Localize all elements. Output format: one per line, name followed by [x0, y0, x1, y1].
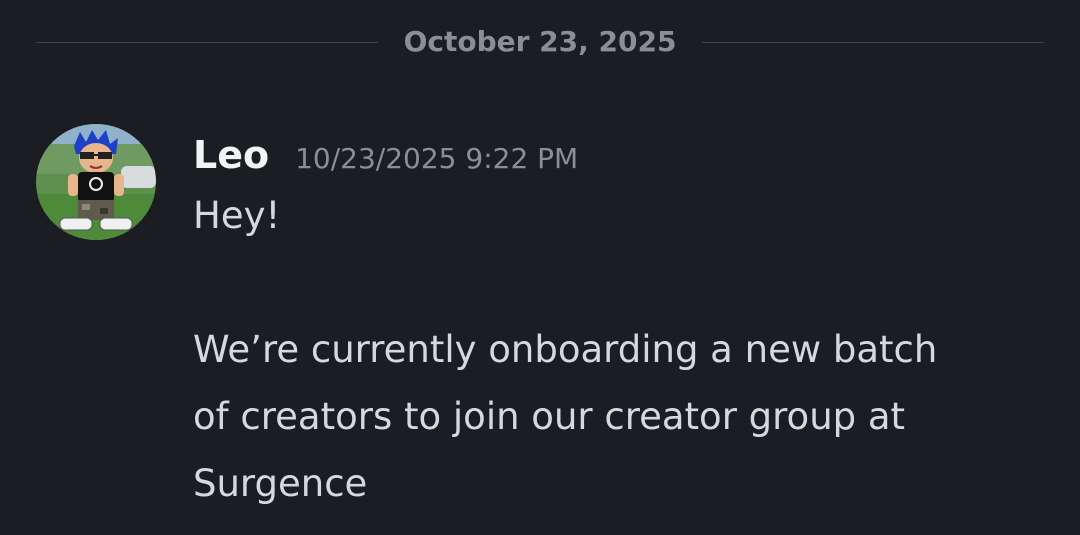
- message-body: Leo 10/23/2025 9:22 PM Hey! We’re curren…: [193, 128, 1043, 517]
- username[interactable]: Leo: [193, 128, 269, 182]
- user-avatar[interactable]: [36, 124, 156, 240]
- message-content: Hey! We’re currently onboarding a new ba…: [193, 182, 1043, 517]
- date-divider: October 23, 2025: [36, 22, 1045, 62]
- message-line: We’re currently onboarding a new batch: [193, 328, 938, 371]
- message-timestamp: 10/23/2025 9:22 PM: [295, 142, 579, 175]
- message-header: Leo 10/23/2025 9:22 PM: [193, 128, 1043, 182]
- message-line: Surgence: [193, 462, 368, 505]
- divider-line-left: [36, 41, 378, 43]
- cartoon-avatar-icon: [36, 124, 156, 240]
- date-divider-label: October 23, 2025: [403, 25, 677, 58]
- divider-line-right: [702, 41, 1045, 43]
- chat-view: October 23, 2025 Leo 10/23/2025 9:22 PM …: [0, 0, 1080, 535]
- message-line: of creators to join our creator group at: [193, 395, 906, 438]
- message-line: Hey!: [193, 194, 281, 237]
